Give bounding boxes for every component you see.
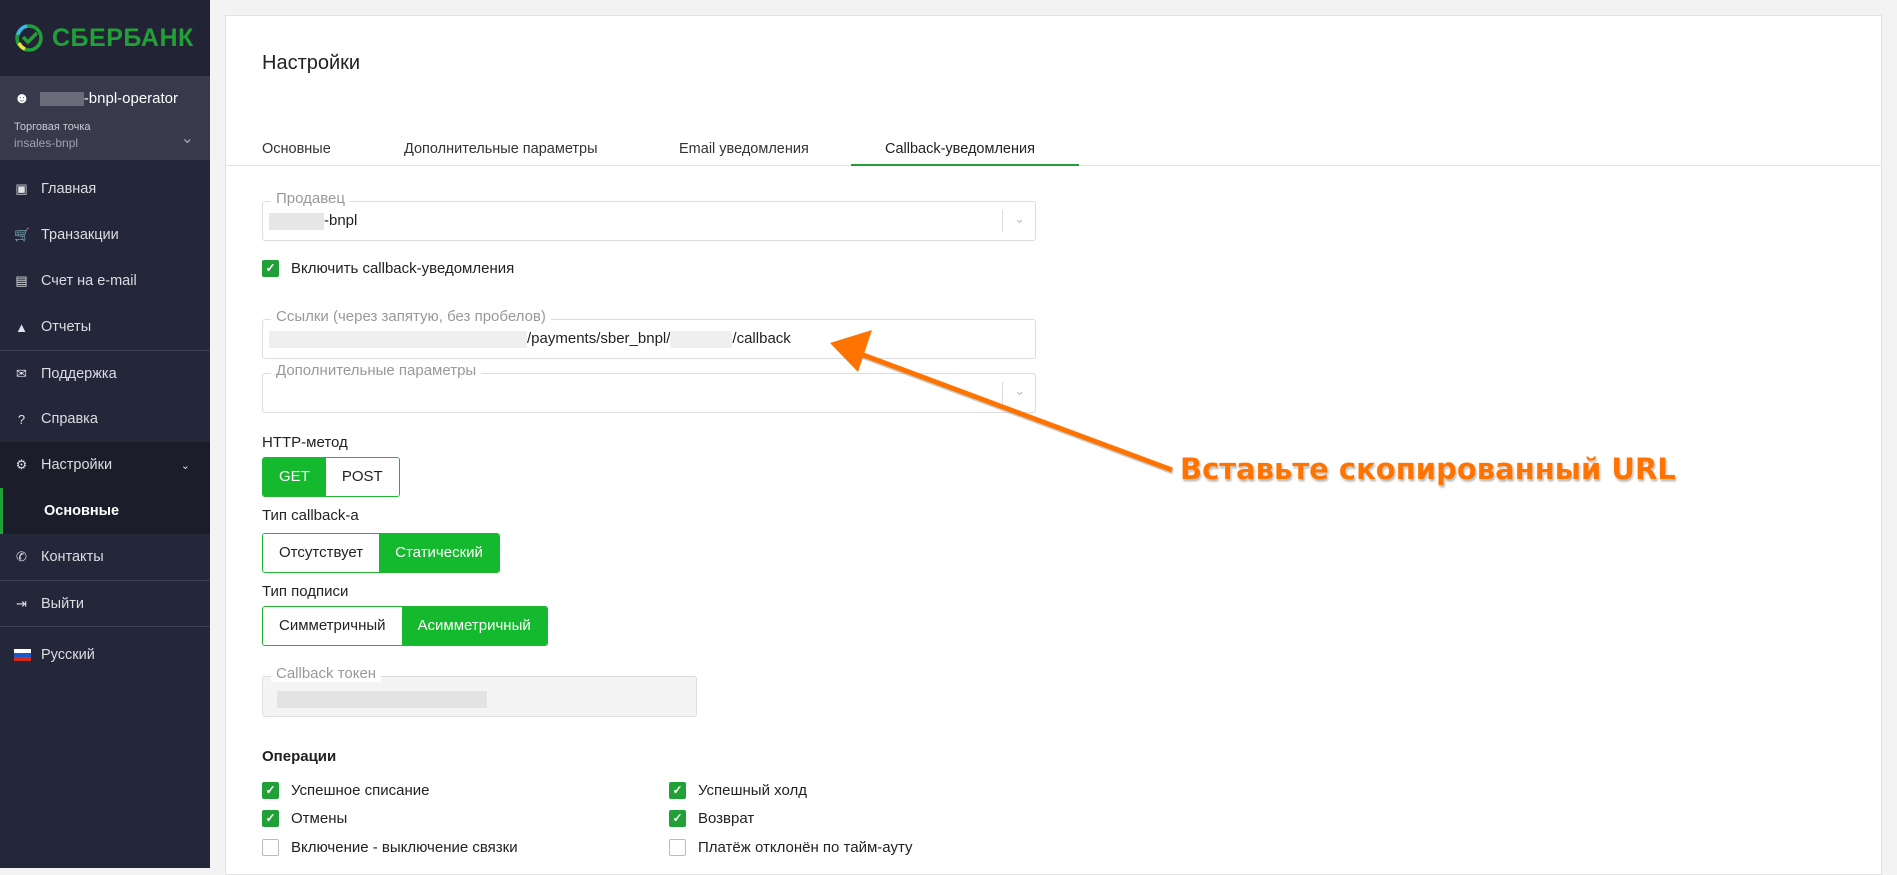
annotation-arrow-icon	[830, 330, 1174, 475]
annotation-callout: Вставьте скопированный URL	[1180, 452, 1676, 486]
